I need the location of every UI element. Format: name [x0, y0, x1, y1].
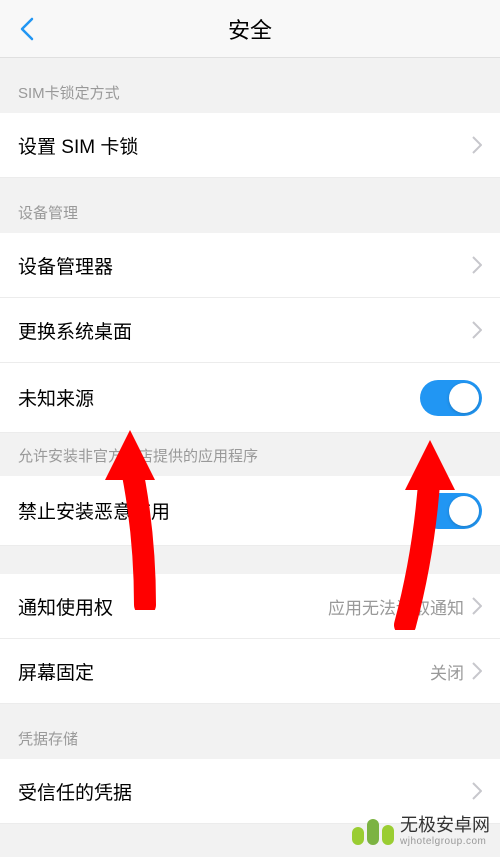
chevron-left-icon [20, 17, 34, 41]
page-title: 安全 [228, 13, 272, 45]
row-device-manager[interactable]: 设备管理器 [0, 233, 500, 298]
row-label: 未知来源 [18, 384, 94, 411]
row-block-malware: 禁止安装恶意应用 [0, 476, 500, 546]
row-unknown-sources: 未知来源 [0, 363, 500, 433]
chevron-right-icon [472, 597, 482, 615]
watermark: 无极安卓网 wjhotelgroup.com [352, 816, 490, 847]
row-change-launcher[interactable]: 更换系统桌面 [0, 298, 500, 363]
row-label: 禁止安装恶意应用 [18, 497, 170, 524]
row-label: 设备管理器 [18, 252, 113, 279]
chevron-right-icon [472, 256, 482, 274]
row-value: 关闭 [430, 659, 464, 684]
row-label: 更换系统桌面 [18, 317, 132, 344]
chevron-right-icon [472, 782, 482, 800]
toggle-unknown-sources[interactable] [420, 380, 482, 416]
section-label-sim: SIM卡锁定方式 [0, 58, 500, 113]
row-sim-lock[interactable]: 设置 SIM 卡锁 [0, 113, 500, 178]
watermark-text: 无极安卓网 [400, 816, 490, 836]
row-label: 受信任的凭据 [18, 778, 132, 805]
spacer [0, 546, 500, 574]
row-value: 应用无法读取通知 [328, 594, 464, 619]
header: 安全 [0, 0, 500, 58]
chevron-right-icon [472, 136, 482, 154]
section-label-credentials: 凭据存储 [0, 704, 500, 759]
back-button[interactable] [12, 14, 42, 44]
section-label-device: 设备管理 [0, 178, 500, 233]
toggle-block-malware[interactable] [420, 493, 482, 529]
row-label: 设置 SIM 卡锁 [18, 132, 138, 159]
chevron-right-icon [472, 321, 482, 339]
row-label: 屏幕固定 [18, 658, 94, 685]
chevron-right-icon [472, 662, 482, 680]
hint-unknown-sources: 允许安装非官方商店提供的应用程序 [0, 433, 500, 476]
watermark-url: wjhotelgroup.com [400, 836, 490, 847]
watermark-icon [352, 819, 394, 845]
row-screen-pinning[interactable]: 屏幕固定 关闭 [0, 639, 500, 704]
row-notification-access[interactable]: 通知使用权 应用无法读取通知 [0, 574, 500, 639]
row-label: 通知使用权 [18, 593, 113, 620]
